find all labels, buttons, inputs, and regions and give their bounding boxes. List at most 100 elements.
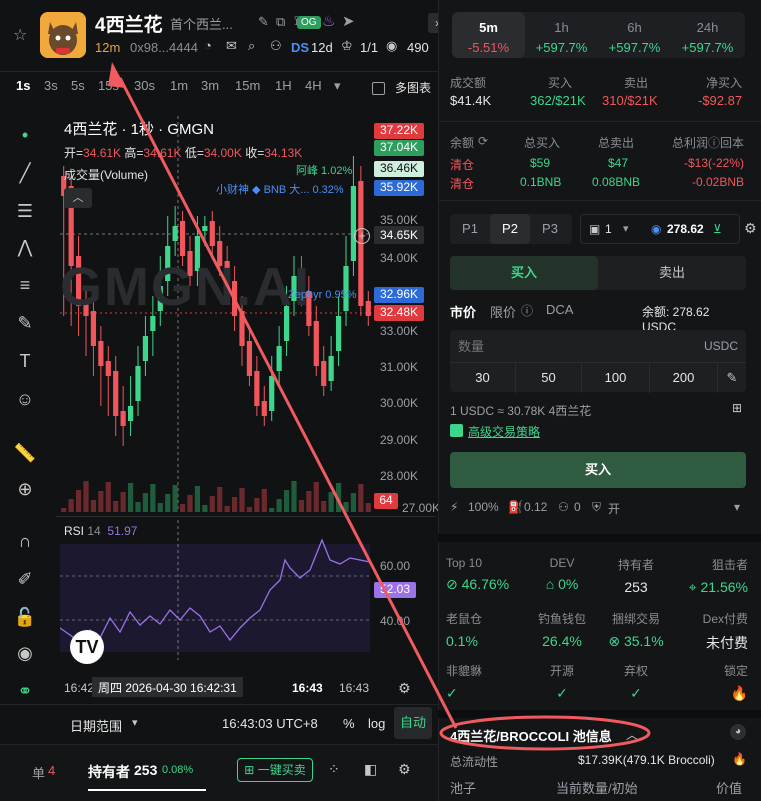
text-tool-icon[interactable]: T — [12, 348, 38, 374]
favorite-star-icon[interactable]: ☆ — [13, 25, 27, 45]
rsi-label: RSI — [64, 524, 85, 538]
refresh-icon[interactable]: ⟳ — [478, 134, 488, 148]
quick-trade-button[interactable]: ⊞ 一键买卖 — [237, 758, 313, 782]
fib-tool-icon[interactable]: ≡ — [12, 272, 38, 298]
telegram-icon[interactable]: ➤ — [342, 12, 355, 30]
quick-amount-30[interactable]: 30 — [450, 363, 516, 393]
candle-body — [127, 406, 134, 421]
layout-icon[interactable]: ◧ — [364, 761, 377, 778]
date-range-chevron-icon[interactable]: ▾ — [132, 716, 138, 729]
note-icon[interactable]: ✉ — [226, 38, 237, 54]
people-icon[interactable]: ⚇ — [270, 38, 282, 54]
volume-bar — [187, 495, 193, 512]
interval-5m[interactable]: 5m -5.51% — [452, 12, 525, 58]
buy-tab[interactable]: 买入 — [450, 256, 598, 290]
tf-1h[interactable]: 1H — [275, 78, 292, 93]
crosshair-tool-icon[interactable]: • — [12, 122, 38, 148]
preset-p2[interactable]: P2 — [490, 214, 530, 244]
settings-icon[interactable]: ⚙ — [398, 761, 411, 778]
tf-more-icon[interactable]: ▾ — [334, 78, 341, 94]
buy-button[interactable]: 买入 — [450, 452, 746, 488]
tf-1s[interactable]: 1s — [16, 78, 30, 93]
pattern-tool-icon[interactable]: ⋀ — [12, 234, 38, 260]
rsi-pane[interactable]: RSI 14 51.97 TV — [60, 520, 370, 664]
deposit-icon[interactable]: ⊻ — [713, 222, 722, 236]
contract-address[interactable]: 0x98...4444 — [130, 40, 198, 55]
slippage-value[interactable]: 100% — [468, 500, 499, 514]
wallet-selector[interactable]: ▣ 1 ▾ ◉ 278.62 ⊻ — [580, 214, 740, 244]
unlock-icon[interactable]: 🔓 — [12, 604, 38, 630]
brush-tool-icon[interactable]: ✎ — [12, 310, 38, 336]
zoom-tool-icon[interactable]: ⊕ — [12, 476, 38, 502]
quick-amount-50[interactable]: 50 — [516, 363, 582, 393]
pnl-label: 总利润 — [672, 136, 709, 150]
emoji-tool-icon[interactable]: ☺ — [12, 386, 38, 412]
copy-icon[interactable]: ⧉ — [276, 14, 285, 30]
visibility-icon[interactable]: ◉ — [12, 640, 38, 666]
pool-collapse-icon[interactable]: ︿ — [626, 726, 638, 743]
tf-4h[interactable]: 4H — [305, 78, 322, 93]
order-type-market[interactable]: 市价 — [450, 302, 476, 321]
collapse-legend-button[interactable]: ︿ — [64, 188, 92, 208]
tf-15s[interactable]: 15s — [98, 78, 119, 93]
ruler-tool-icon[interactable]: 📏 — [12, 440, 38, 466]
pool-title[interactable]: 4西兰花/BROCCOLI 池信息 — [450, 726, 612, 745]
search-icon[interactable]: ⌕ — [248, 38, 255, 54]
tf-5s[interactable]: 5s — [71, 78, 85, 93]
percent-toggle[interactable]: % — [343, 716, 355, 731]
advanced-strategy-checkbox[interactable] — [450, 424, 463, 437]
limit-info-icon[interactable]: ⓘ — [521, 302, 533, 319]
preset-p1[interactable]: P1 — [450, 214, 490, 244]
tf-3m[interactable]: 3m — [201, 78, 219, 93]
trendline-tool-icon[interactable]: ╱ — [12, 160, 38, 186]
stat-top10: Top 10 ⊘ 46.76% — [446, 556, 526, 593]
amount-input[interactable] — [450, 330, 746, 362]
tf-3s[interactable]: 3s — [44, 78, 58, 93]
chart-icon[interactable]: ◔ — [204, 38, 212, 53]
volume-bar — [135, 502, 141, 512]
utc-clock[interactable]: 16:43:03 UTC+8 — [222, 716, 318, 731]
holders-tab[interactable]: 持有者 — [88, 762, 130, 782]
edit-amounts-icon[interactable]: ✎ — [718, 363, 746, 393]
auto-toggle[interactable]: 自动 — [394, 707, 432, 739]
mev-value[interactable]: 开 — [608, 500, 620, 517]
pool-chart-icon[interactable]: ◕ — [730, 724, 746, 740]
link-icon[interactable]: ⚭ — [12, 678, 38, 704]
sell-tab[interactable]: 卖出 — [598, 256, 746, 290]
gas-value[interactable]: 0.12 — [524, 500, 547, 514]
add-alert-icon[interactable]: + — [354, 228, 370, 244]
tf-1m[interactable]: 1m — [170, 78, 188, 93]
date-range-button[interactable]: 日期范围 — [70, 716, 122, 735]
lock-drawing-icon[interactable]: ✐ — [12, 566, 38, 592]
interval-6h[interactable]: 6h +597.7% — [598, 12, 671, 58]
preset-p3[interactable]: P3 — [530, 214, 570, 244]
tradingview-logo[interactable]: TV — [70, 630, 104, 664]
lines-tool-icon[interactable]: ☰ — [12, 198, 38, 224]
tf-15m[interactable]: 15m — [235, 78, 260, 93]
interval-1h[interactable]: 1h +597.7% — [525, 12, 598, 58]
axis-label-27k: 27.00K — [402, 501, 441, 515]
magnet-tool-icon[interactable]: ∩ — [12, 528, 38, 554]
edit-icon[interactable]: ✎ — [258, 14, 269, 30]
calculator-icon[interactable]: ⊞ — [732, 401, 742, 415]
pnl-info-icon[interactable]: ⓘ — [708, 134, 720, 151]
amount-box: USDC 30 50 100 200 ✎ — [450, 330, 746, 393]
quick-amount-100[interactable]: 100 — [582, 363, 650, 393]
quick-amount-200[interactable]: 200 — [650, 363, 718, 393]
tip-value[interactable]: 0 — [574, 500, 581, 514]
interval-24h[interactable]: 24h +597.7% — [671, 12, 744, 58]
orders-tab[interactable]: 单 — [32, 763, 45, 782]
bubble-map-icon[interactable]: ⁘ — [328, 761, 340, 778]
candle-body — [335, 316, 342, 351]
tf-30s[interactable]: 30s — [134, 78, 155, 93]
advanced-strategy-label[interactable]: 高级交易策略 — [468, 423, 540, 440]
multi-chart-checkbox[interactable] — [372, 82, 385, 95]
trade-settings-icon[interactable]: ⚙ — [744, 220, 757, 237]
chart-settings-icon[interactable]: ⚙ — [398, 680, 411, 697]
expand-settings-icon[interactable]: ▾ — [734, 500, 740, 514]
order-type-dca[interactable]: DCA — [546, 302, 573, 317]
volume-bar — [335, 483, 342, 512]
order-type-limit[interactable]: 限价 — [490, 302, 516, 321]
stat-holders: 持有者 253 — [598, 556, 674, 595]
log-toggle[interactable]: log — [368, 716, 385, 731]
